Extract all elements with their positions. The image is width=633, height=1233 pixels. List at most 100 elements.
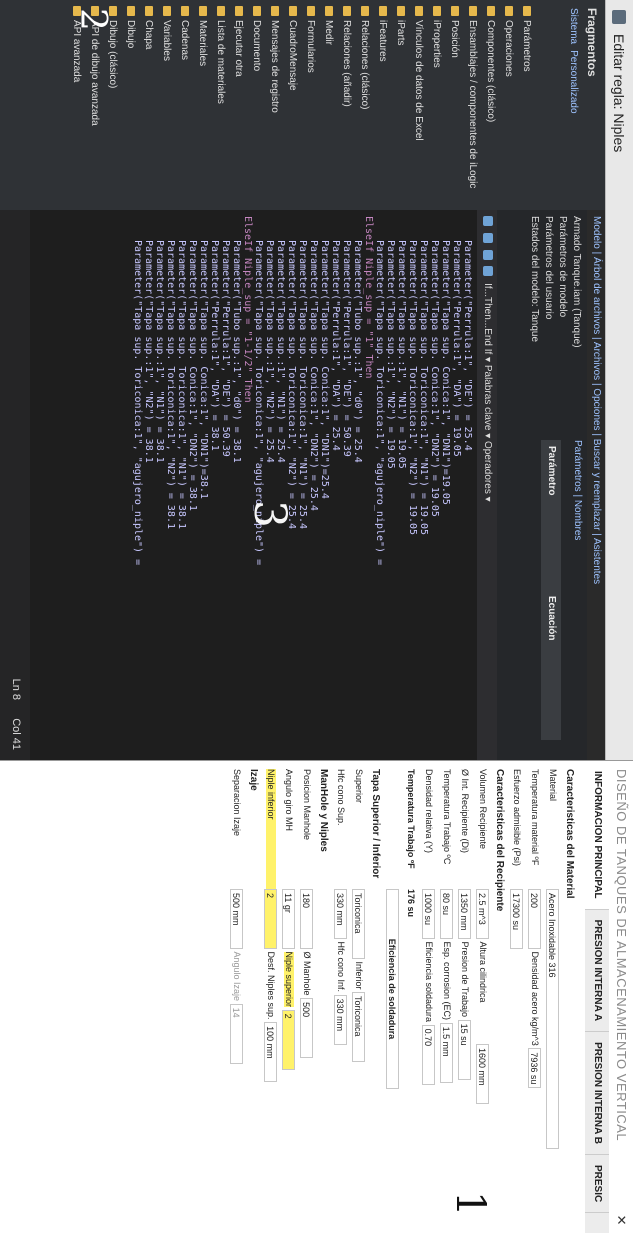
esf-field[interactable]: 17300 su	[510, 889, 524, 949]
code-line: Parameter("Tapa sup. Toriconica:1", "agu…	[132, 240, 143, 566]
hcs-field[interactable]: 330 mm	[334, 889, 348, 939]
snippet-folder[interactable]: Chapa	[141, 6, 157, 206]
undo-icon[interactable]	[482, 266, 493, 277]
close-icon[interactable]: ✕	[609, 1215, 633, 1226]
hci-field[interactable]: 330 mm	[334, 994, 348, 1045]
niple-inferior-select[interactable]: 2	[264, 889, 278, 949]
parameter-tabs[interactable]: Parámetros | Nombres	[572, 440, 583, 540]
snippet-folder[interactable]: Dibujo	[123, 6, 139, 206]
es-select[interactable]: 0.70	[422, 1024, 436, 1085]
model-tree-item[interactable]: Parámetros de modelo	[555, 216, 569, 416]
tt-field[interactable]: 80 su	[440, 889, 454, 939]
col-ecuacion: Ecuación	[546, 596, 557, 641]
folder-icon	[415, 6, 423, 16]
inf-select[interactable]: Toriconica	[352, 992, 366, 1063]
snippet-folder-label: Lista de materiales	[215, 20, 227, 104]
vol-label: Volumen Recipiente	[478, 769, 488, 850]
snippet-folder[interactable]: Ejecutar otra	[231, 6, 247, 206]
snippet-folder[interactable]: Componentes (clásico)	[483, 6, 499, 206]
tab-personalizado[interactable]: Personalizado	[568, 50, 579, 113]
alt-field[interactable]: 1600 mm	[476, 1044, 490, 1105]
om-select[interactable]: 500	[300, 998, 314, 1059]
pt-field[interactable]: 15 su	[458, 1019, 472, 1080]
snippet-folder[interactable]: API de dibujo avanzada	[87, 6, 103, 206]
folder-icon	[217, 6, 225, 16]
folder-icon	[523, 6, 531, 16]
snippet-folder[interactable]: Lista de materiales	[213, 6, 229, 206]
snippet-folder[interactable]: Materiales	[195, 6, 211, 206]
code-line: Parameter("Perrula:1", "DA") = 19.05	[451, 240, 462, 457]
ec-field[interactable]: 1.5 mm	[440, 1022, 454, 1083]
snippet-folder[interactable]: Posición	[447, 6, 463, 206]
snippet-folder[interactable]: Vínculos de datos de Excel	[411, 6, 427, 206]
code-editor: Modelo | Árbol de archivos | Archivos | …	[0, 210, 605, 760]
folder-icon	[181, 6, 189, 16]
snippet-folder-label: Variables	[161, 20, 173, 61]
tab-presion-b[interactable]: PRESION INTERNA B	[585, 1032, 609, 1155]
niple-superior-select[interactable]: 2	[282, 1009, 296, 1070]
snippet-folder[interactable]: Variables	[159, 6, 175, 206]
folder-icon	[199, 6, 207, 16]
section-tapa: Tapa Superior / Inferior	[370, 769, 381, 879]
snippet-folder-label: Mensajes de registro	[269, 20, 281, 113]
ttf-label: Temperatura Trabajo ºF	[406, 769, 416, 869]
esf-label: Esfuerzo admisible (Psi)	[512, 769, 522, 867]
col-parametro: Parámetro	[546, 446, 557, 496]
cut-icon[interactable]	[482, 232, 493, 243]
status-bar: Ln 8 Col 41	[0, 210, 30, 760]
snippet-folder[interactable]: API avanzada	[69, 6, 85, 206]
copy-icon[interactable]	[482, 249, 493, 260]
snippet-folder[interactable]: iProperties	[429, 6, 445, 206]
snippet-folder[interactable]: Parámetros	[519, 6, 535, 206]
folder-icon	[235, 6, 243, 16]
tab-informacion-principal[interactable]: INFORMACION PRINCIPAL	[585, 761, 609, 910]
sup-select[interactable]: Toriconica	[352, 889, 366, 959]
rule-editor-dialog: Editar regla: Niples Fragmentos Sistema …	[0, 0, 633, 760]
si-field[interactable]: 500 mm	[230, 889, 244, 949]
tab-presic[interactable]: PRESIC	[585, 1154, 609, 1214]
snippet-folder-label: Dibujo	[125, 20, 137, 49]
vol-field[interactable]: 2.5 m^3	[476, 889, 490, 939]
snippet-folder[interactable]: Dibujo (clásico)	[105, 6, 121, 206]
tab-presion-a[interactable]: PRESION INTERNA A	[585, 909, 609, 1033]
snippet-folder[interactable]: CuadroMensaje	[285, 6, 301, 206]
ag-field[interactable]: 11 gr	[282, 889, 296, 949]
snippet-folder[interactable]: Cadenas	[177, 6, 193, 206]
model-tree-item[interactable]: Armado Tanque.iam (Tanque)	[569, 216, 583, 416]
snippet-folder[interactable]: Medir	[321, 6, 337, 206]
pm-select[interactable]: 180	[300, 889, 314, 949]
dens-field[interactable]: 7936 su	[528, 1048, 542, 1089]
snippet-folder[interactable]: Formularios	[303, 6, 319, 206]
material-select[interactable]: Acero Inoxidable 316	[546, 889, 560, 1149]
code-line: Parameter("Tapa sup. Toriconica:1", "N2"…	[165, 240, 176, 529]
snippet-folder[interactable]: Relaciones (clásico)	[357, 6, 373, 206]
tab-sistema[interactable]: Sistema	[568, 8, 579, 44]
snippet-folder[interactable]: Documento	[249, 6, 265, 206]
dn-field[interactable]: 100 mm	[264, 1022, 278, 1083]
code-line: Parameter("Perrula:1", "DA") = 38.1	[209, 240, 220, 451]
snippet-folder[interactable]: iParts	[393, 6, 409, 206]
snippet-folder-label: Operaciones	[503, 20, 515, 77]
snippet-folder[interactable]: Ensamblajes / componentes de iLogic	[465, 6, 481, 206]
eficiencia-button[interactable]: Eficiencia de soldadura	[386, 889, 400, 1089]
snippet-folder[interactable]: Relaciones (añadir)	[339, 6, 355, 206]
rule-icon	[612, 10, 626, 24]
snippet-folder[interactable]: iFeatures	[375, 6, 391, 206]
snippet-folder[interactable]: Operaciones	[501, 6, 517, 206]
di-field[interactable]: 1350 mm	[458, 889, 472, 939]
toolbar-menus[interactable]: If...Then...End If ▾ Palabras clave ▾ Op…	[482, 283, 493, 502]
editor-tabs[interactable]: Modelo | Árbol de archivos | Archivos | …	[587, 210, 605, 760]
temp-select[interactable]: 200	[528, 889, 542, 949]
snippet-folder-label: Medir	[323, 20, 335, 46]
code-line: Parameter("Perrula:1", "DA") = 25.4	[330, 240, 341, 451]
dr-label: Densidad relativa (Y)	[424, 769, 434, 854]
dr-field[interactable]: 1000 su	[422, 889, 436, 939]
folder-icon	[145, 6, 153, 16]
snippet-folder[interactable]: Mensajes de registro	[267, 6, 283, 206]
code-text[interactable]: Parameter("Perrula:1", "DE") = 25.4 Param…	[47, 210, 477, 760]
model-tree-item[interactable]: Parámetros del usuario	[541, 216, 555, 416]
model-tree-item[interactable]: Estados del modelo: Tanque	[527, 216, 541, 416]
save-icon[interactable]	[482, 216, 493, 226]
temp-label: Temperatura material ºF	[530, 769, 540, 866]
ai-select[interactable]: 14	[230, 1003, 244, 1064]
